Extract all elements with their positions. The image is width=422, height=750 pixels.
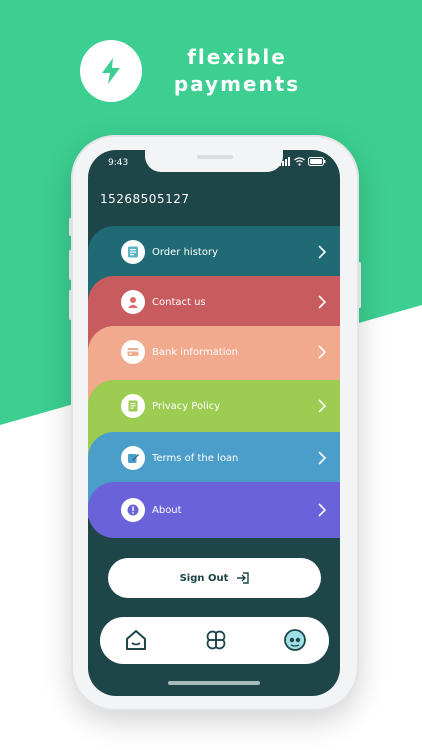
chevron-right-icon: [318, 503, 327, 517]
status-icons: [279, 157, 326, 166]
clover-grid-icon: [206, 630, 226, 650]
order-history-icon: [121, 240, 145, 264]
menu-item-label: Terms of the loan: [152, 453, 239, 464]
status-time: 9:43: [108, 158, 129, 168]
about-info-icon: [121, 498, 145, 522]
bank-card-icon: [121, 340, 145, 364]
home-indicator: [168, 681, 260, 685]
wifi-icon: [294, 157, 305, 166]
sign-out-button[interactable]: Sign Out: [108, 558, 321, 598]
menu-item-about[interactable]: About: [88, 482, 340, 538]
menu-item-label: Privacy Policy: [152, 401, 221, 412]
terms-edit-icon: [121, 446, 145, 470]
menu-item-label: About: [152, 505, 182, 516]
chevron-right-icon: [318, 245, 327, 259]
phone-screen: 9:43 15268505127 Order history Contact u…: [88, 150, 340, 696]
battery-icon: [308, 157, 326, 166]
hero-title-line1: flexible: [187, 45, 287, 69]
chevron-right-icon: [318, 295, 327, 309]
profile-avatar-icon: [284, 629, 306, 651]
chevron-right-icon: [318, 345, 327, 359]
signal-icon: [279, 157, 290, 166]
tab-profile[interactable]: [283, 628, 307, 652]
phone-notch: [145, 150, 283, 172]
phone-volume-up: [69, 250, 72, 280]
sign-out-label: Sign Out: [179, 572, 229, 584]
tab-home[interactable]: [124, 628, 148, 652]
chevron-right-icon: [318, 451, 327, 465]
phone-power-button: [358, 262, 361, 308]
hero-title-line2: payments: [173, 72, 301, 96]
hero-badge: [80, 40, 142, 102]
home-icon: [126, 630, 146, 650]
menu-item-label: Bank information: [152, 347, 239, 358]
chevron-right-icon: [318, 399, 327, 413]
menu-item-label: Contact us: [152, 297, 206, 308]
contact-icon: [121, 290, 145, 314]
menu-item-label: Order history: [152, 247, 218, 258]
lightning-bolt-icon: [102, 58, 120, 84]
phone-side-button: [69, 218, 72, 236]
privacy-document-icon: [121, 394, 145, 418]
account-phone-number: 15268505127: [100, 192, 190, 206]
phone-volume-down: [69, 290, 72, 320]
hero-title: flexible payments: [164, 44, 310, 98]
tab-services[interactable]: [204, 628, 228, 652]
logout-arrow-icon: [237, 572, 250, 584]
bottom-tab-bar: [100, 617, 329, 664]
